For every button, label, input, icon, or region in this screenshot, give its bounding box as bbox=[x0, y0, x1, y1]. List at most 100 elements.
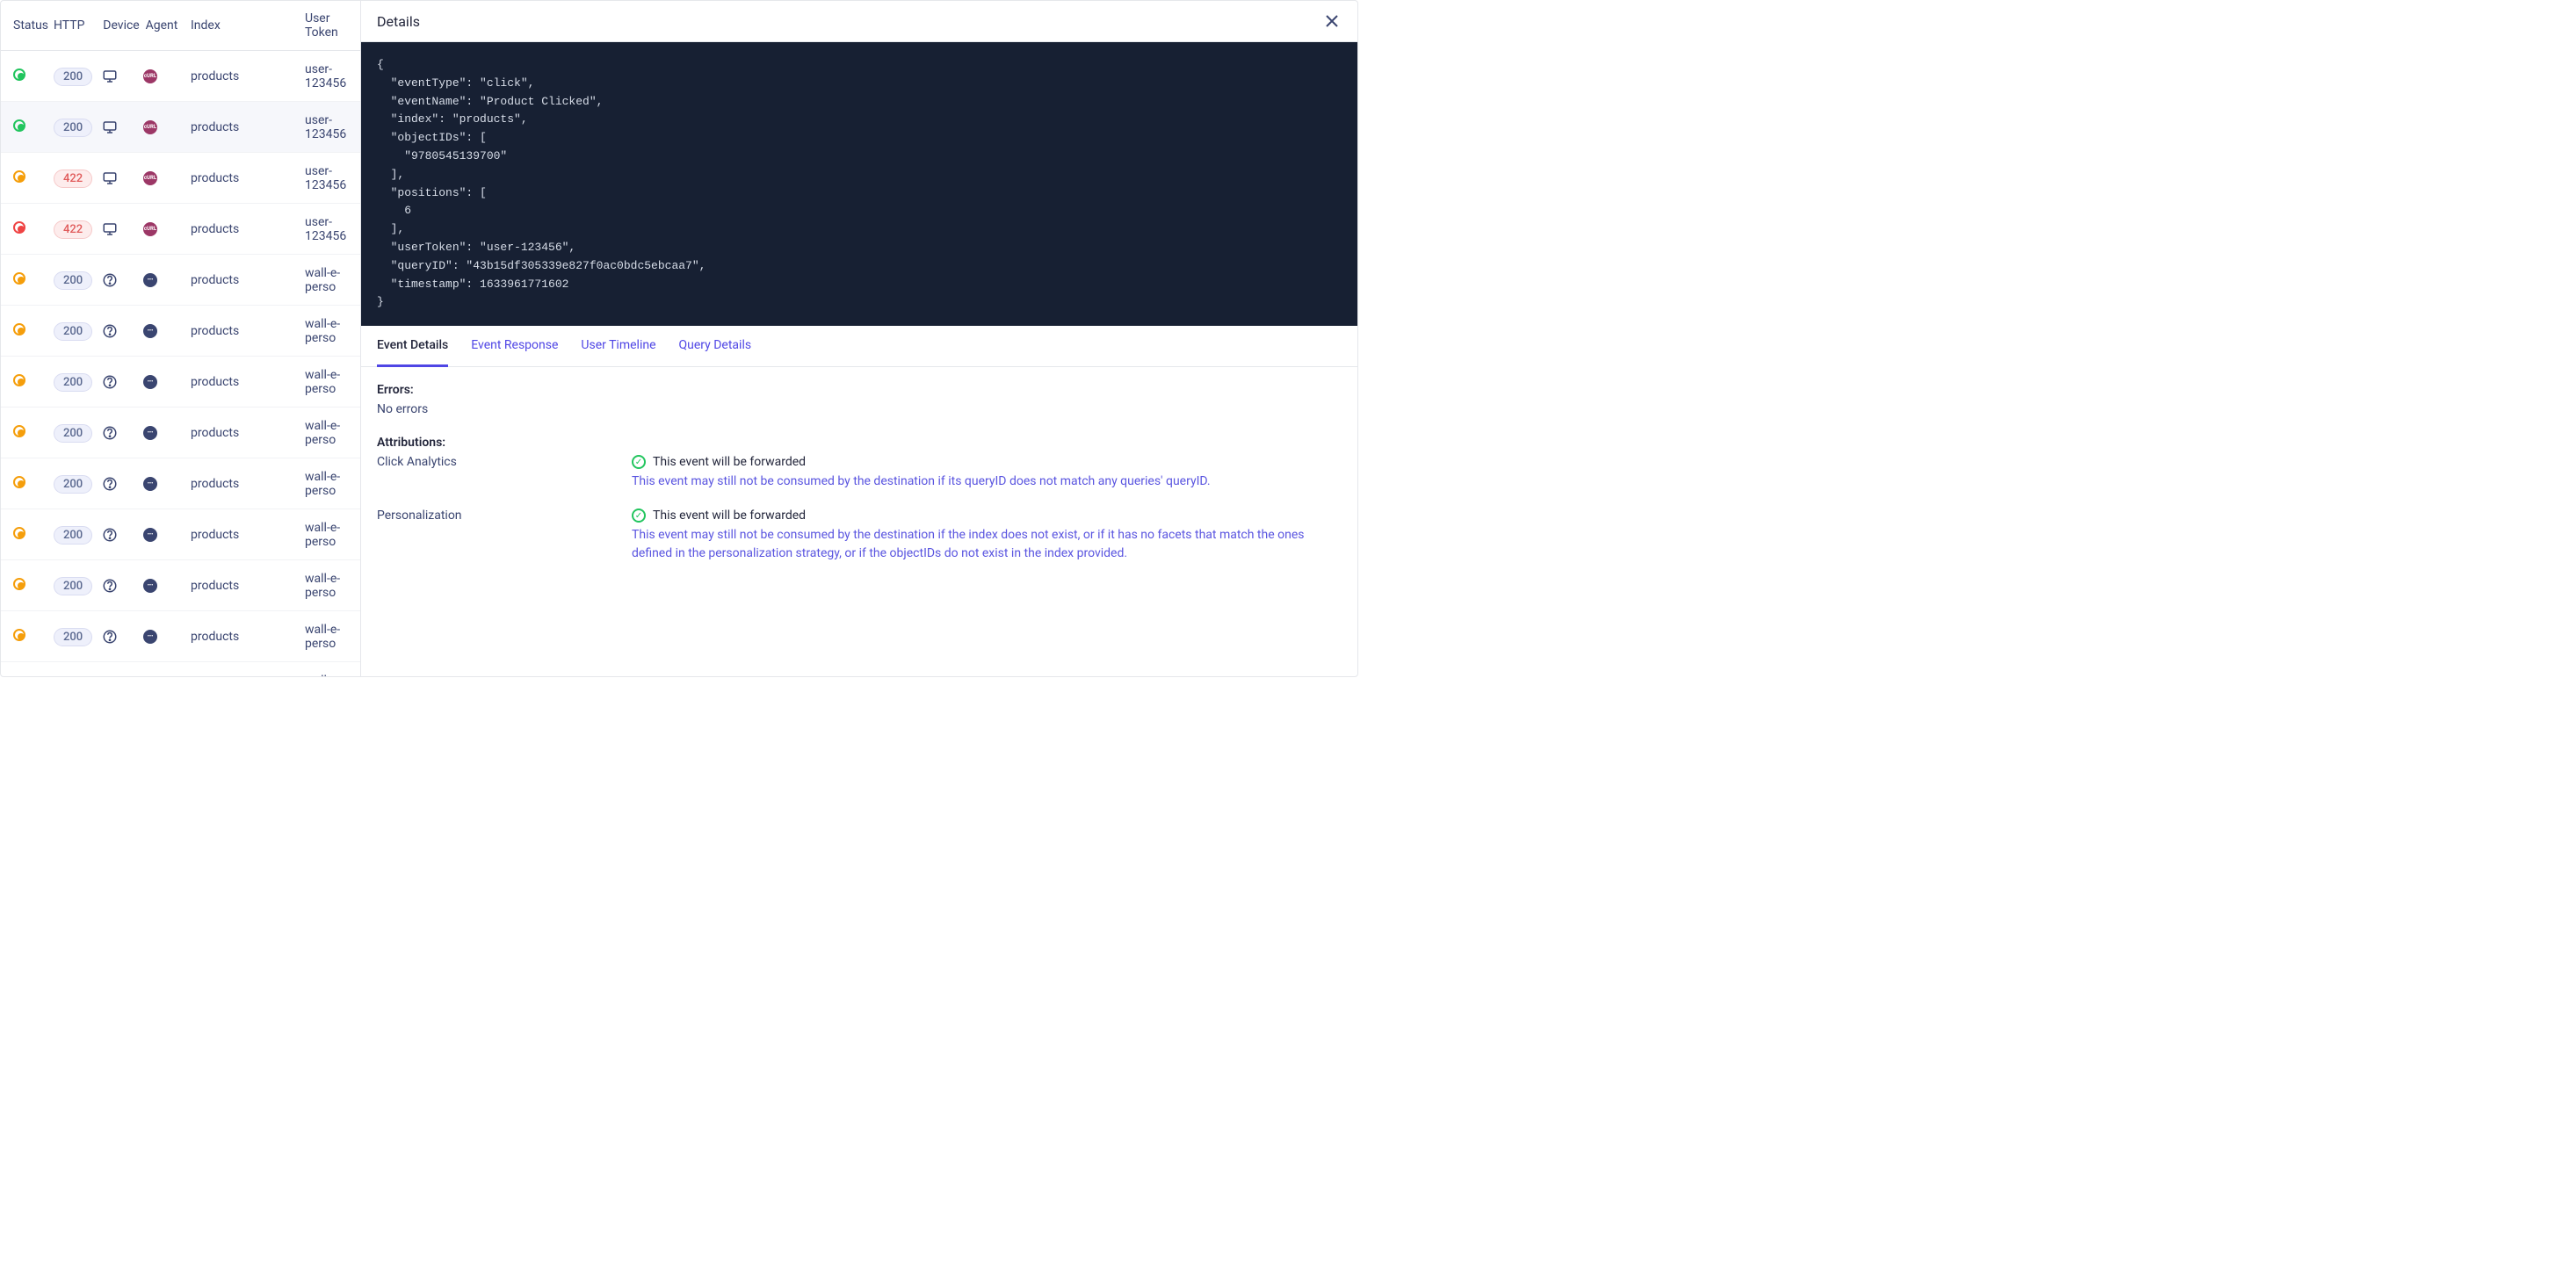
http-badge: 200 bbox=[54, 577, 92, 595]
agent-curl-icon: cURL bbox=[143, 171, 157, 185]
col-header-http: HTTP bbox=[54, 18, 101, 32]
table-row[interactable]: 200•••productswall-e-perso bbox=[1, 611, 360, 662]
details-panel: Details { "eventType": "click", "eventNa… bbox=[361, 1, 1357, 676]
index-cell: products bbox=[182, 579, 305, 593]
index-cell: products bbox=[182, 171, 305, 185]
token-cell: wall-e-perso bbox=[305, 521, 348, 549]
http-badge: 200 bbox=[54, 271, 92, 290]
status-indicator-icon bbox=[13, 578, 25, 590]
check-circle-icon: ✓ bbox=[632, 455, 646, 469]
http-badge: 200 bbox=[54, 322, 92, 341]
errors-label: Errors: bbox=[377, 383, 1342, 397]
index-cell: products bbox=[182, 477, 305, 491]
unknown-device-icon bbox=[101, 373, 119, 391]
attribution-name: Personalization bbox=[377, 509, 614, 563]
agent-unknown-icon: ••• bbox=[143, 579, 157, 593]
index-cell: products bbox=[182, 69, 305, 83]
attributions-list: Click Analytics ✓ This event will be forwa… bbox=[377, 455, 1342, 563]
attribution-row: Click Analytics ✓ This event will be forwa… bbox=[377, 455, 1342, 491]
token-cell: wall-e-perso bbox=[305, 674, 348, 677]
agent-unknown-icon: ••• bbox=[143, 477, 157, 491]
status-indicator-icon bbox=[13, 374, 25, 386]
index-cell: products bbox=[182, 324, 305, 338]
attribution-note: This event may still not be consumed by … bbox=[632, 472, 1342, 491]
desktop-icon bbox=[101, 220, 119, 238]
unknown-device-icon bbox=[101, 271, 119, 289]
http-badge: 200 bbox=[54, 119, 92, 137]
table-row[interactable]: 200 cURL productsuser-123456 bbox=[1, 51, 360, 102]
agent-curl-icon: cURL bbox=[143, 222, 157, 236]
check-circle-icon: ✓ bbox=[632, 509, 646, 523]
close-button[interactable] bbox=[1322, 11, 1342, 31]
table-row[interactable]: 200•••productswall-e-perso bbox=[1, 662, 360, 676]
details-header: Details bbox=[361, 1, 1357, 42]
table-row[interactable]: 200•••productswall-e-perso bbox=[1, 509, 360, 560]
col-header-device: Device bbox=[101, 18, 141, 32]
http-badge: 200 bbox=[54, 424, 92, 443]
tab-event-details[interactable]: Event Details bbox=[377, 326, 448, 367]
token-cell: wall-e-perso bbox=[305, 317, 348, 345]
attribution-status: This event will be forwarded bbox=[653, 509, 806, 523]
table-rows: 200cURLproductsuser-123456200cURLproduct… bbox=[1, 51, 360, 676]
status-indicator-icon bbox=[13, 221, 25, 234]
table-row[interactable]: 200 ••• productswall-e-perso bbox=[1, 408, 360, 458]
token-cell: user-123456 bbox=[305, 215, 348, 243]
tab-user-timeline[interactable]: User Timeline bbox=[581, 326, 655, 366]
index-cell: products bbox=[182, 375, 305, 389]
token-cell: user-123456 bbox=[305, 62, 348, 90]
table-header: Status HTTP Device Agent Index User Toke… bbox=[1, 1, 360, 51]
details-title: Details bbox=[377, 13, 420, 30]
status-indicator-icon bbox=[13, 119, 25, 132]
table-row[interactable]: 200•••productswall-e-perso bbox=[1, 255, 360, 306]
agent-unknown-icon: ••• bbox=[143, 324, 157, 338]
index-cell: products bbox=[182, 222, 305, 236]
status-indicator-icon bbox=[13, 170, 25, 183]
agent-unknown-icon: ••• bbox=[143, 630, 157, 644]
http-badge: 200 bbox=[54, 475, 92, 494]
agent-curl-icon: cURL bbox=[143, 69, 157, 83]
token-cell: wall-e-perso bbox=[305, 368, 348, 396]
table-row[interactable]: 200 ••• productswall-e-perso bbox=[1, 560, 360, 611]
errors-text: No errors bbox=[377, 402, 1342, 416]
unknown-device-icon bbox=[101, 577, 119, 595]
unknown-device-icon bbox=[101, 322, 119, 340]
status-indicator-icon bbox=[13, 425, 25, 437]
unknown-device-icon bbox=[101, 526, 119, 544]
status-indicator-icon bbox=[13, 476, 25, 488]
http-badge: 200 bbox=[54, 68, 92, 86]
desktop-icon bbox=[101, 170, 119, 187]
status-indicator-icon bbox=[13, 629, 25, 641]
http-badge: 200 bbox=[54, 628, 92, 646]
index-cell: products bbox=[182, 426, 305, 440]
table-row[interactable]: 200•••productswall-e-perso bbox=[1, 357, 360, 408]
unknown-device-icon bbox=[101, 424, 119, 442]
token-cell: wall-e-perso bbox=[305, 623, 348, 651]
index-cell: products bbox=[182, 273, 305, 287]
table-row[interactable]: 422cURLproductsuser-123456 bbox=[1, 153, 360, 204]
details-body: Errors: No errors Attributions: Click An… bbox=[361, 367, 1357, 596]
tab-event-response[interactable]: Event Response bbox=[471, 326, 558, 366]
tab-query-details[interactable]: Query Details bbox=[679, 326, 752, 366]
token-cell: wall-e-perso bbox=[305, 419, 348, 447]
token-cell: user-123456 bbox=[305, 113, 348, 141]
col-header-index: Index bbox=[182, 18, 305, 32]
col-header-token: User Token bbox=[305, 11, 348, 40]
token-cell: wall-e-perso bbox=[305, 572, 348, 600]
attribution-row: Personalization ✓ This event will be forwa… bbox=[377, 509, 1342, 563]
table-row[interactable]: 422cURLproductsuser-123456 bbox=[1, 204, 360, 255]
event-json: { "eventType": "click", "eventName": "Pr… bbox=[361, 42, 1357, 326]
table-row[interactable]: 200 ••• productswall-e-perso bbox=[1, 306, 360, 357]
table-row[interactable]: 200•••productswall-e-perso bbox=[1, 458, 360, 509]
token-cell: user-123456 bbox=[305, 164, 348, 192]
desktop-icon bbox=[101, 119, 119, 136]
desktop-icon bbox=[101, 68, 119, 85]
agent-unknown-icon: ••• bbox=[143, 426, 157, 440]
agent-curl-icon: cURL bbox=[143, 120, 157, 134]
index-cell: products bbox=[182, 120, 305, 134]
col-header-status: Status bbox=[13, 18, 54, 32]
attribution-status: This event will be forwarded bbox=[653, 455, 806, 469]
http-badge: 200 bbox=[54, 373, 92, 392]
attribution-name: Click Analytics bbox=[377, 455, 614, 491]
details-tabs: Event Details Event Response User Timeline… bbox=[361, 326, 1357, 367]
table-row[interactable]: 200 cURL productsuser-123456 bbox=[1, 102, 360, 153]
